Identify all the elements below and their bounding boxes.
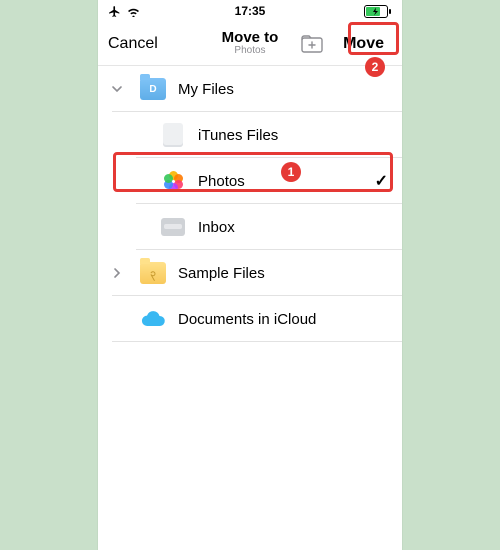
annotation-badge-2: 2 <box>365 57 385 77</box>
status-time: 17:35 <box>98 4 402 18</box>
nav-bar: Cancel Move to Photos Move <box>98 22 402 66</box>
phone-frame: 17:35 Cancel Move to Photos Move <box>98 0 402 550</box>
chevron-right-icon[interactable] <box>98 267 136 279</box>
folder-list: D My Files iTunes Files <box>98 66 402 550</box>
inbox-icon <box>156 218 190 236</box>
row-inbox[interactable]: Inbox <box>98 204 402 250</box>
cancel-button[interactable]: Cancel <box>108 35 158 53</box>
row-label: My Files <box>178 81 388 98</box>
row-my-files[interactable]: D My Files <box>98 66 402 112</box>
row-label: iTunes Files <box>198 127 388 144</box>
status-bar: 17:35 <box>98 0 402 22</box>
folder-icon: ၃ <box>136 262 170 284</box>
checkmark-icon: ✓ <box>375 171 388 191</box>
folder-icon: D <box>136 78 170 100</box>
row-label: Inbox <box>198 219 388 236</box>
photos-icon <box>156 170 190 192</box>
itunes-file-icon <box>156 123 190 147</box>
row-photos[interactable]: Photos ✓ <box>98 158 402 204</box>
row-sample-files[interactable]: ၃ Sample Files <box>98 250 402 296</box>
move-button[interactable]: Move <box>335 29 392 59</box>
icloud-icon <box>136 310 170 328</box>
annotation-badge-1: 1 <box>281 162 301 182</box>
new-folder-icon[interactable] <box>301 35 323 53</box>
row-label: Documents in iCloud <box>178 311 388 328</box>
chevron-down-icon[interactable] <box>98 83 136 95</box>
row-label: Sample Files <box>178 265 388 282</box>
row-itunes-files[interactable]: iTunes Files <box>98 112 402 158</box>
row-documents-icloud[interactable]: Documents in iCloud <box>98 296 402 342</box>
